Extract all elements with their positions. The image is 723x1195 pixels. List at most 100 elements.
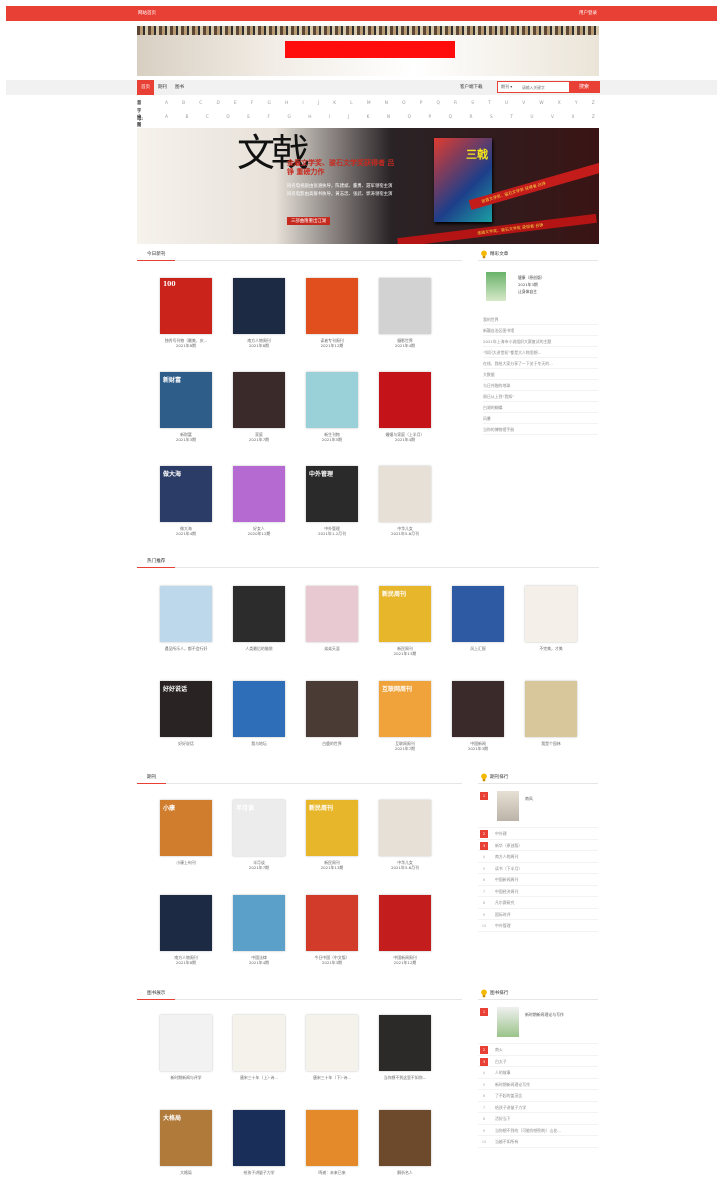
book-card[interactable]: 南方人物周刊 2021年8期 <box>156 895 216 965</box>
book-card[interactable]: 中华儿女 2021年5-6月刊 <box>375 800 435 870</box>
index-letter-link[interactable]: O <box>408 114 411 122</box>
index-letter-link[interactable]: X <box>571 114 574 122</box>
book-card[interactable]: 南方人物周刊 2021年8期 <box>229 278 289 348</box>
sidebar-article-link[interactable]: 2021年上海市小说组织大赛复试的主题 <box>483 336 598 347</box>
index-letter-link[interactable]: S <box>471 100 474 108</box>
book-card[interactable]: 新财富 新财富 2021年3期 <box>156 372 216 442</box>
book-card[interactable]: 唐宋三十年（下）·诗... <box>302 1015 362 1080</box>
book-card[interactable]: 给孩子讲量子力学 <box>229 1110 289 1175</box>
book-card[interactable]: 新民周刊 新民周刊 2021年13期 <box>375 586 435 656</box>
index-letter-link[interactable]: P <box>429 114 432 122</box>
search-button[interactable]: 搜索 <box>569 82 599 92</box>
index-letter-link[interactable]: C <box>199 100 202 108</box>
sidebar-article-link[interactable]: 新疆自治区图书馆 <box>483 325 598 336</box>
index-letter-link[interactable]: E <box>234 100 237 108</box>
index-letter-link[interactable]: K <box>333 100 336 108</box>
book-card[interactable]: 遇见所乐人，都不会行好 <box>156 586 216 651</box>
ranking-row[interactable]: 3 白太子 <box>478 1056 598 1067</box>
book-card[interactable]: 读者专刊周刊 2021年12期 <box>302 278 362 348</box>
index-letter-link[interactable]: I <box>302 100 303 108</box>
book-card[interactable]: 新民周刊 新民周刊 2021年13期 <box>302 800 362 870</box>
sidebar-article-link[interactable]: 白湖的蝴蝶 <box>483 402 598 413</box>
book-card[interactable]: 做大海 做大海 2021年4期 <box>156 466 216 536</box>
book-card[interactable]: 人类最后的脑袋 <box>229 586 289 651</box>
ranking-row[interactable]: 3 新华（原创版） <box>478 840 598 851</box>
book-card[interactable]: 婚姻与家庭（上半月） 2021年4期 <box>375 372 435 442</box>
book-card[interactable]: 我是个园林 <box>521 681 581 746</box>
index-letter-link[interactable]: F <box>267 114 269 122</box>
ranking-row[interactable]: 9 国际时评 <box>478 909 598 920</box>
sidebar-article-link[interactable]: 风暴 <box>483 413 598 424</box>
book-card[interactable]: 中国新闻周刊 2021年12期 <box>375 895 435 965</box>
index-letter-link[interactable]: Q <box>449 114 452 122</box>
book-card[interactable]: 风上汇报 <box>448 586 508 651</box>
index-letter-link[interactable]: A <box>165 114 168 122</box>
book-card[interactable]: 鸣谢：未来已来 <box>302 1110 362 1175</box>
index-letter-link[interactable]: Q <box>436 100 439 108</box>
index-letter-link[interactable]: M <box>367 100 371 108</box>
ranking-row[interactable]: 10 中外管理 <box>478 920 598 932</box>
ranking-row[interactable]: 4 南方人物周刊 <box>478 851 598 863</box>
index-letter-link[interactable]: T <box>510 114 513 122</box>
ranking-row[interactable]: 5 读书（下半月） <box>478 863 598 874</box>
sidebar-article-link[interactable]: 我的世界 <box>483 314 598 325</box>
book-card[interactable]: 当你想不到这里不如你... <box>375 1015 435 1080</box>
ranking-row[interactable]: 2 中外建 <box>478 828 598 840</box>
index-letter-link[interactable]: T <box>488 100 491 108</box>
index-letter-link[interactable]: L <box>350 100 352 108</box>
index-letter-link[interactable]: F <box>251 100 253 108</box>
book-card[interactable]: 白鹿的世界 <box>302 681 362 746</box>
index-letter-link[interactable]: Z <box>592 114 595 122</box>
book-card[interactable]: 小康 小康上旬刊 <box>156 800 216 865</box>
book-card[interactable]: 今日中国（中文版） 2021年3期 <box>302 895 362 965</box>
book-card[interactable]: 大格局 大格局 <box>156 1110 216 1175</box>
book-card[interactable]: 不完美，才美 <box>521 586 581 651</box>
ranking-row[interactable]: 7 给孩子讲量子力学 <box>478 1102 598 1113</box>
ranking-row[interactable]: 8 凡尔赛研究 <box>478 897 598 909</box>
book-card[interactable]: 唐宋三十年（上）·诗... <box>229 1015 289 1080</box>
ranking-row[interactable]: 5 新时期新闻理论写作 <box>478 1079 598 1090</box>
ranking-row[interactable]: 4 人的故事 <box>478 1067 598 1079</box>
book-card[interactable]: 家庭 2021年7期 <box>229 372 289 442</box>
index-letter-link[interactable]: D <box>226 114 229 122</box>
search-input[interactable] <box>522 84 568 90</box>
index-letter-link[interactable]: B <box>182 100 185 108</box>
book-card[interactable]: 中国新闻 2021年3期 <box>448 681 508 751</box>
index-letter-link[interactable]: R <box>454 100 457 108</box>
index-letter-link[interactable]: O <box>402 100 405 108</box>
book-card[interactable]: 解析名人 <box>375 1110 435 1175</box>
index-letter-link[interactable]: Y <box>575 100 578 108</box>
login-link[interactable]: 用户登录 <box>579 6 597 21</box>
book-card[interactable]: 新时期新闻与评学 <box>156 1015 216 1080</box>
book-ranking-top-item[interactable]: 1 新时期新闻理论与写作 <box>478 1004 598 1044</box>
tab-books[interactable]: 图书 <box>171 80 188 95</box>
tab-periodicals[interactable]: 期刊 <box>154 80 171 95</box>
hero-banner[interactable]: 文戟 金盾文学奖、骏石文学奖获得者 吕铮 重磅力作 同名电视剧由张涵执导，陈建斌… <box>137 128 599 244</box>
index-letter-link[interactable]: V <box>522 100 525 108</box>
sidebar-article-link[interactable]: 周日从上到“我知” <box>483 391 598 402</box>
book-card[interactable]: 好好说话 好好说话 <box>156 681 216 746</box>
index-letter-link[interactable]: N <box>387 114 390 122</box>
index-letter-link[interactable]: W <box>539 100 543 108</box>
ranking-row[interactable]: 10 当越不如所有 <box>478 1136 598 1148</box>
sidebar-article-link[interactable]: “知识大讲堂初”都是大人物思想... <box>483 347 598 358</box>
index-letter-link[interactable]: R <box>470 114 473 122</box>
ranking-row[interactable]: 9 当你想不到的（可能你想到的）山花... <box>478 1125 598 1136</box>
book-card[interactable]: 中华儿女 2021年5-6月刊 <box>375 466 435 536</box>
client-download-link[interactable]: 客户端下载 <box>460 80 483 95</box>
ranking-top-item[interactable]: 1 南风 <box>478 788 598 828</box>
ranking-row[interactable]: 8 活好当下 <box>478 1113 598 1125</box>
book-card[interactable]: 摄影世界 2021年4期 <box>375 278 435 348</box>
index-letter-link[interactable]: I <box>329 114 330 122</box>
home-link[interactable]: 网站首页 <box>138 6 156 21</box>
index-letter-link[interactable]: G <box>287 114 290 122</box>
featured-article[interactable]: 健康（原创版） 2021年3期 让身体自主 <box>486 272 596 304</box>
index-letter-link[interactable]: H <box>308 114 311 122</box>
index-letter-link[interactable]: C <box>206 114 209 122</box>
ranking-row[interactable]: 7 中国经济周刊 <box>478 886 598 897</box>
index-letter-link[interactable]: P <box>420 100 423 108</box>
book-card[interactable]: 半月谈 半月谈 2021年7期 <box>229 800 289 870</box>
book-card[interactable]: 中外管理 中外管理 2021年1-2月刊 <box>302 466 362 536</box>
ranking-row[interactable]: 6 了不起的盖茨比 <box>478 1090 598 1102</box>
index-letter-link[interactable]: A <box>165 100 168 108</box>
